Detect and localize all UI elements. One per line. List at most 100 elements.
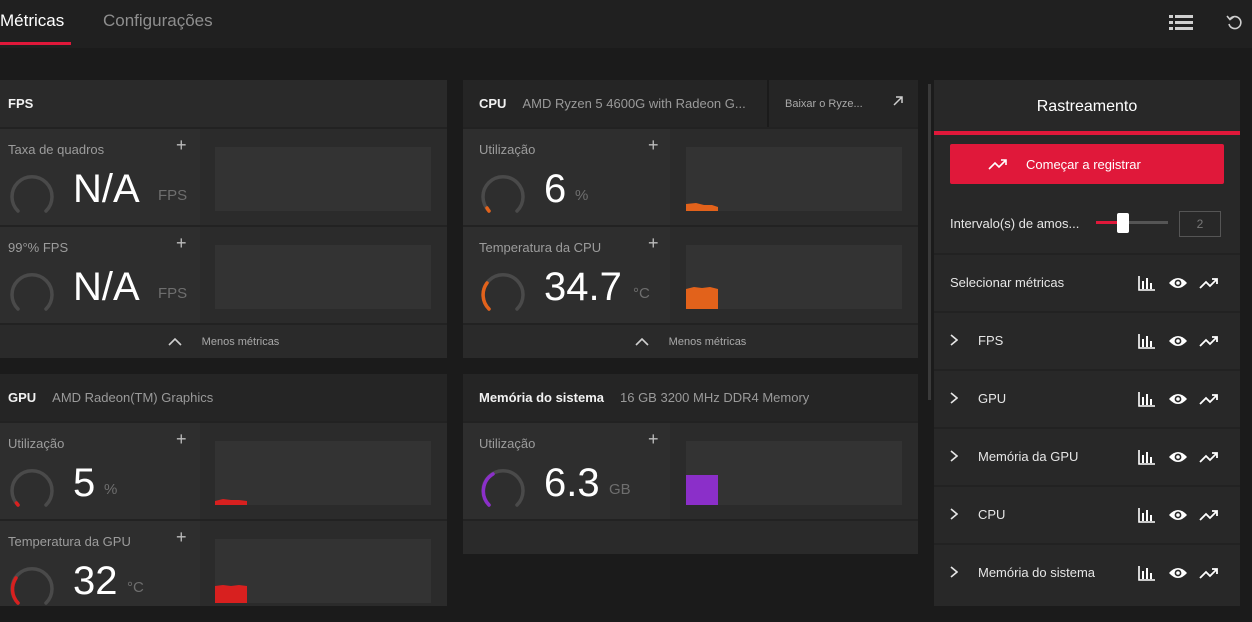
active-tab-indicator [0, 42, 71, 45]
gauge [10, 174, 54, 213]
bar-chart-icon[interactable] [1136, 273, 1158, 293]
trend-icon[interactable] [1198, 505, 1220, 525]
category-row-system-memory[interactable]: Memória do sistema [934, 543, 1240, 599]
tab-configuracoes[interactable]: Configurações [103, 11, 213, 31]
fps-card-header: FPS [0, 80, 447, 127]
category-label: FPS [978, 332, 1004, 348]
metric-unit: FPS [158, 187, 188, 204]
metric-value: 6.3 [544, 461, 600, 505]
download-ryzen-link[interactable]: Baixar o Ryze... [767, 80, 918, 127]
tracking-title: Rastreamento [1036, 98, 1138, 115]
memory-card-header: Memória do sistema 16 GB 3200 MHz DDR4 M… [463, 374, 918, 421]
less-metrics-label: Menos métricas [201, 335, 280, 348]
metric-label: Taxa de quadros [8, 142, 105, 157]
trend-icon[interactable] [1198, 389, 1220, 409]
trend-icon [988, 158, 1008, 170]
card-subtitle: AMD Radeon(TM) Graphics [52, 390, 214, 405]
trend-icon[interactable] [1198, 563, 1220, 583]
start-recording-button[interactable]: Começar a registrar [950, 144, 1224, 184]
interval-slider-thumb[interactable] [1117, 213, 1129, 233]
card-subtitle: AMD Ryzen 5 4600G with Radeon G... [522, 96, 746, 111]
metric-value: 32 [73, 559, 118, 603]
trend-icon[interactable] [1198, 447, 1220, 467]
chevron-right-icon [950, 508, 958, 520]
trend-icon[interactable] [1198, 331, 1220, 351]
cpu-card: CPU AMD Ryzen 5 4600G with Radeon G... B… [463, 80, 918, 358]
gauge [481, 174, 525, 213]
less-metrics-button[interactable]: Menos métricas [0, 325, 447, 358]
metric-gpu-utilization: Utilização + 5 % [0, 423, 447, 519]
eye-icon[interactable] [1167, 331, 1189, 351]
category-row-gpu-memory[interactable]: Memória da GPU [934, 427, 1240, 483]
eye-icon[interactable] [1167, 505, 1189, 525]
metric-unit: °C [127, 579, 144, 596]
list-icon[interactable] [1168, 10, 1194, 36]
bar-chart-icon[interactable] [1136, 505, 1158, 525]
chevron-up-icon [635, 335, 649, 349]
download-label: Baixar o Ryze... [785, 97, 863, 110]
reset-icon[interactable] [1222, 10, 1248, 36]
gauge [481, 272, 525, 311]
start-recording-label: Começar a registrar [1026, 156, 1141, 172]
memory-card: Memória do sistema 16 GB 3200 MHz DDR4 M… [463, 374, 918, 554]
category-label: Memória da GPU [978, 448, 1079, 464]
interval-input[interactable]: 2 [1179, 211, 1221, 237]
add-icon[interactable]: + [648, 429, 659, 450]
metric-value: N/A [73, 167, 140, 211]
metric-graph [215, 539, 431, 603]
metric-unit: FPS [158, 285, 188, 302]
add-icon[interactable]: + [176, 233, 187, 254]
chevron-right-icon [950, 450, 958, 462]
chevron-right-icon [950, 392, 958, 404]
bar-chart-icon[interactable] [1136, 389, 1158, 409]
scrollbar[interactable] [928, 84, 931, 400]
less-metrics-label: Menos métricas [668, 335, 747, 348]
metric-99-fps: 99°% FPS + N/A FPS [0, 227, 447, 323]
metric-label: 99°% FPS [8, 240, 69, 255]
metric-gpu-temperature: Temperatura da GPU + 32 °C [0, 521, 447, 606]
add-icon[interactable]: + [648, 135, 659, 156]
metric-graph [686, 245, 902, 309]
tab-metricas[interactable]: Métricas [0, 11, 64, 31]
card-title: Memória do sistema [479, 390, 604, 405]
gauge [10, 468, 54, 507]
eye-icon[interactable] [1167, 563, 1189, 583]
trend-icon[interactable] [1198, 273, 1220, 293]
gauge [10, 272, 54, 311]
metric-value: 6 [544, 167, 567, 211]
card-title: FPS [8, 96, 34, 111]
category-row-cpu[interactable]: CPU [934, 485, 1240, 541]
add-icon[interactable]: + [648, 233, 659, 254]
tracking-panel: Rastreamento Começar a registrar Interva… [934, 80, 1240, 606]
external-link-icon [892, 95, 904, 110]
metric-graph [215, 147, 431, 211]
chevron-right-icon [950, 566, 958, 578]
add-icon[interactable]: + [176, 429, 187, 450]
add-icon[interactable]: + [176, 135, 187, 156]
bar-chart-icon[interactable] [1136, 447, 1158, 467]
category-row-gpu[interactable]: GPU [934, 369, 1240, 425]
metric-graph [215, 441, 431, 505]
metric-label: Temperatura da GPU [8, 534, 131, 549]
gpu-card: GPU AMD Radeon(TM) Graphics Utilização +… [0, 374, 447, 606]
metric-graph [686, 147, 902, 211]
metric-graph [686, 441, 902, 505]
cpu-card-header: CPU AMD Ryzen 5 4600G with Radeon G... [463, 80, 767, 127]
eye-icon[interactable] [1167, 273, 1189, 293]
card-title: CPU [479, 96, 507, 111]
select-metrics-label: Selecionar métricas [950, 274, 1065, 290]
add-icon[interactable]: + [176, 527, 187, 548]
category-label: GPU [978, 390, 1007, 406]
top-bar: Métricas Configurações [0, 0, 1252, 48]
category-label: Memória do sistema [978, 564, 1096, 580]
bar-chart-icon[interactable] [1136, 331, 1158, 351]
metric-memory-utilization: Utilização + 6.3 GB [463, 423, 918, 519]
less-metrics-button[interactable]: Menos métricas [463, 325, 918, 358]
metric-value: N/A [73, 265, 140, 309]
eye-icon[interactable] [1167, 447, 1189, 467]
bar-chart-icon[interactable] [1136, 563, 1158, 583]
eye-icon[interactable] [1167, 389, 1189, 409]
category-row-fps[interactable]: FPS [934, 311, 1240, 367]
fps-card: FPS Taxa de quadros + N/A FPS 99°% FPS +… [0, 80, 447, 358]
chevron-right-icon [950, 334, 958, 346]
